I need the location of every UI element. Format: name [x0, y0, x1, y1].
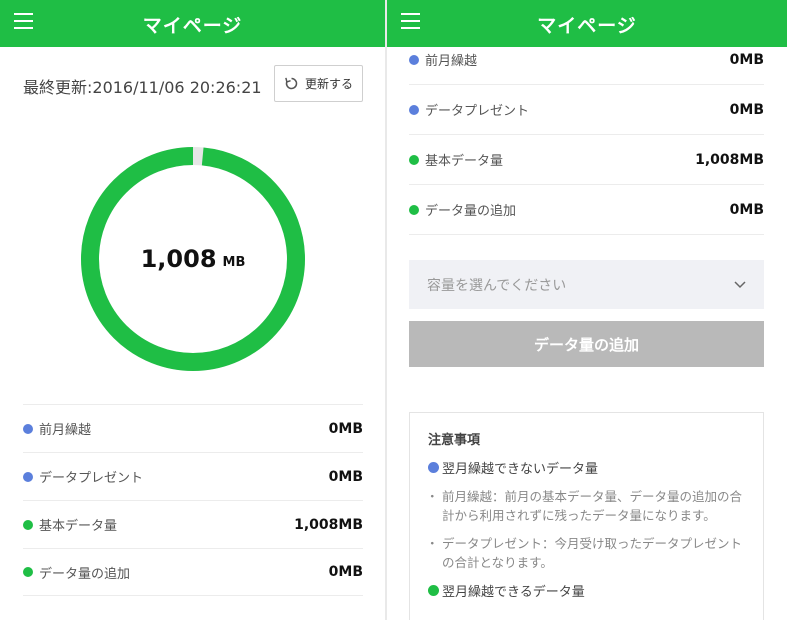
data-breakdown-list: 前月繰越 0MB データプレゼント 0MB 基本データ量 1,008MB データ… — [23, 404, 363, 596]
row-value: 1,008MB — [294, 516, 363, 533]
green-dot-icon — [23, 567, 33, 577]
row-value: 0MB — [328, 420, 363, 437]
green-dot-icon — [23, 519, 33, 530]
app-header: マイページ — [0, 0, 385, 47]
capacity-select-placeholder: 容量を選んでください — [427, 277, 567, 294]
list-item: データ量の追加 0MB — [409, 185, 764, 235]
blue-dot-icon — [409, 54, 419, 65]
capacity-select[interactable]: 容量を選んでください — [409, 260, 764, 309]
row-label: データプレゼント — [425, 104, 530, 119]
row-label: 前月繰越 — [39, 423, 92, 438]
list-item: データプレゼント 0MB — [409, 85, 764, 135]
refresh-button-label: 更新する — [304, 77, 353, 91]
green-dot-icon — [428, 585, 439, 596]
notice-section: 翌月繰越できるデータ量 — [428, 581, 745, 600]
mypage-panel-top: マイページ 最終更新:2016/11/06 20:26:21 更新する 1,00… — [0, 0, 385, 620]
blue-dot-icon — [409, 104, 419, 115]
remaining-data: 1,008 MB — [79, 145, 307, 373]
remaining-data-value: 1,008 — [140, 245, 217, 273]
row-label: 基本データ量 — [39, 519, 118, 534]
row-label: 前月繰越 — [425, 54, 478, 69]
green-dot-icon — [409, 154, 419, 165]
last-updated-text: 最終更新:2016/11/06 20:26:21 — [23, 78, 262, 97]
notice-section: 翌月繰越できないデータ量 — [428, 458, 745, 477]
notice-item: データプレゼント：今月受け取ったデータプレゼントの合計となります。 — [426, 534, 745, 572]
add-data-button[interactable]: データ量の追加 — [409, 321, 764, 367]
row-value: 1,008MB — [695, 151, 764, 168]
blue-dot-icon — [428, 462, 439, 473]
row-value: 0MB — [729, 201, 764, 218]
app-header: マイページ — [387, 0, 787, 47]
blue-dot-icon — [23, 471, 33, 482]
notice-item: 前月繰越：前月の基本データ量、データ量の追加の合計から利用されずに残ったデータ量… — [426, 487, 745, 525]
notice-box: 注意事項 翌月繰越できないデータ量 前月繰越：前月の基本データ量、データ量の追加… — [409, 412, 764, 620]
chevron-down-icon — [734, 280, 746, 288]
list-item: 基本データ量 1,008MB — [409, 135, 764, 185]
refresh-icon — [285, 77, 298, 90]
row-value: 0MB — [729, 51, 764, 68]
refresh-button[interactable]: 更新する — [274, 65, 363, 102]
row-label: 基本データ量 — [425, 154, 504, 169]
row-label: データ量の追加 — [425, 204, 517, 219]
list-item: データプレゼント 0MB — [23, 452, 363, 500]
green-dot-icon — [409, 204, 419, 215]
row-value: 0MB — [729, 101, 764, 118]
notice-section-title: 翌月繰越できないデータ量 — [442, 462, 599, 477]
row-value: 0MB — [328, 564, 363, 580]
remaining-data-unit: MB — [222, 254, 246, 270]
page-title: マイページ — [537, 15, 637, 37]
list-item: 前月繰越 0MB — [23, 404, 363, 452]
notice-title: 注意事項 — [428, 433, 481, 448]
row-label: データ量の追加 — [39, 566, 131, 582]
blue-dot-icon — [23, 423, 33, 434]
list-item: データ量の追加 0MB — [23, 548, 363, 596]
row-value: 0MB — [328, 468, 363, 485]
data-breakdown-list: 前月繰越 0MB データプレゼント 0MB 基本データ量 1,008MB データ… — [409, 35, 764, 235]
page-title: マイページ — [142, 15, 243, 37]
mypage-panel-scrolled: 前月繰越 0MB データプレゼント 0MB 基本データ量 1,008MB データ… — [387, 0, 787, 620]
notice-section-title: 翌月繰越できるデータ量 — [442, 585, 585, 600]
row-label: データプレゼント — [39, 471, 144, 486]
list-item: 基本データ量 1,008MB — [23, 500, 363, 548]
